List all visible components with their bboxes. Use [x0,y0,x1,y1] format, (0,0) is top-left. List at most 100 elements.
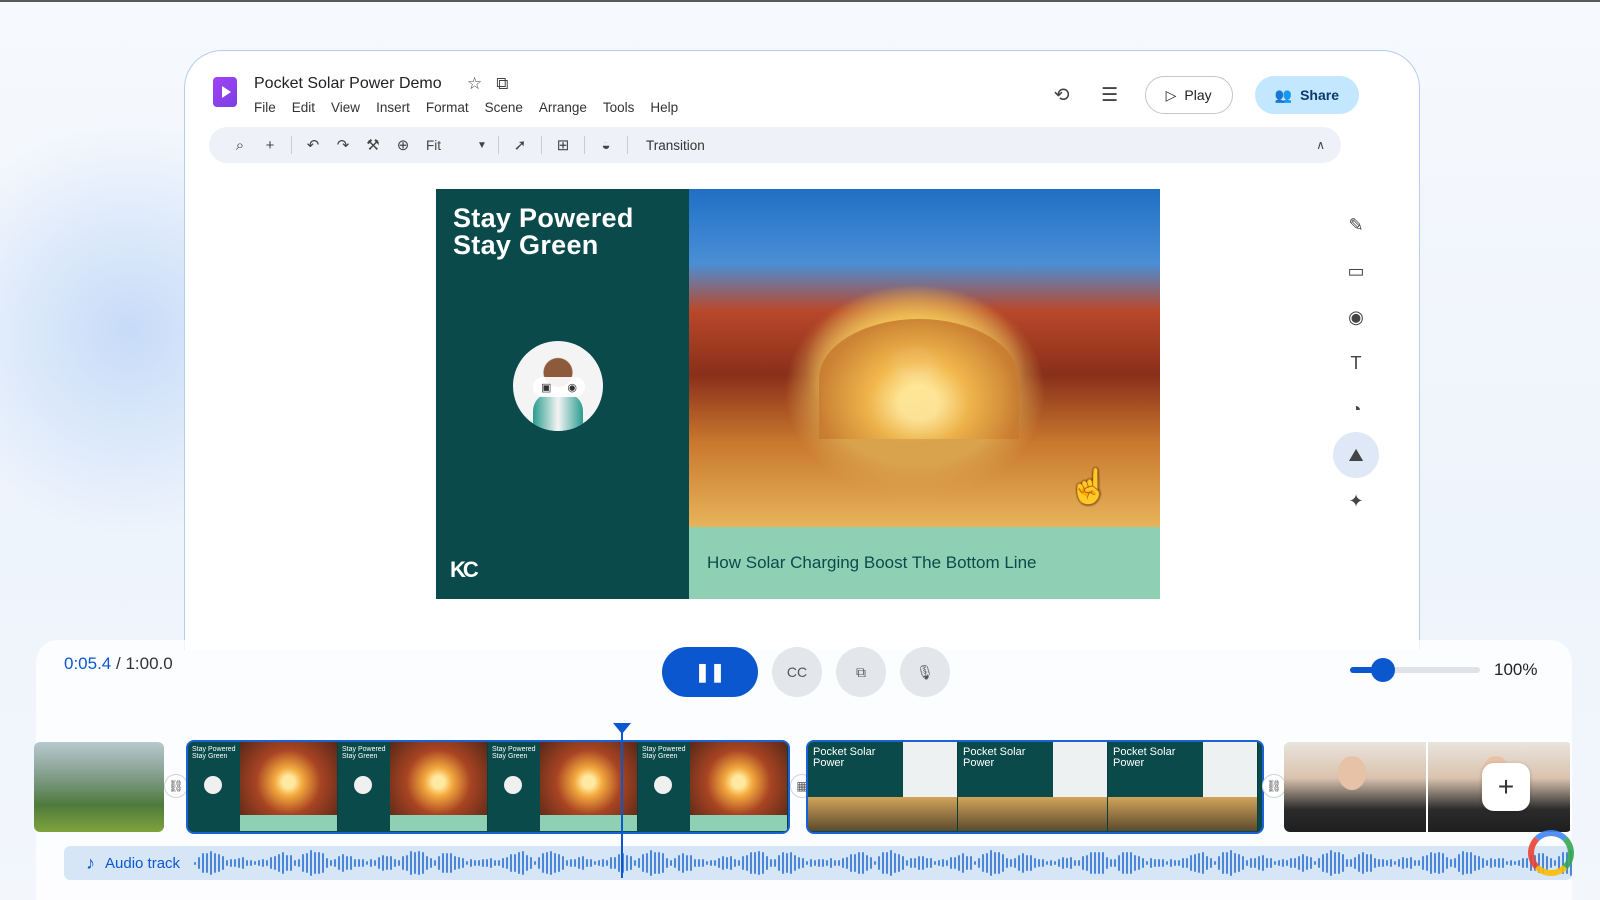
link-icon[interactable]: ⛓ [1262,774,1286,798]
collapse-icon[interactable]: ∧ [1316,138,1325,152]
presenter-shirt [533,393,583,431]
waveform-bar [326,857,329,869]
captions-button[interactable]: CC [772,647,822,697]
menu-format[interactable]: Format [426,100,469,115]
waveform-bar [1314,860,1317,866]
waveform-bar [202,852,205,874]
music-note-icon: ♪ [86,852,95,873]
waveform-bar [626,855,629,871]
transition-button[interactable]: Transition [646,138,705,153]
image-add-icon[interactable]: ⛰ [1333,432,1379,478]
waveform-bar [610,856,613,870]
thumb-panel: Stay Powered Stay Green [638,742,690,831]
waveform-bar [414,851,417,875]
ai-image-icon[interactable]: ✦ [1334,487,1378,515]
shapes-icon[interactable]: ◔ [1334,395,1378,423]
hand-cursor-icon: ☝ [1068,468,1111,506]
waveform-bar [778,855,781,871]
share-button[interactable]: 👥 Share [1254,76,1359,114]
zoom-icon[interactable]: ⊕ [388,136,418,154]
waveform-bar [706,860,709,866]
waveform-bar [730,856,733,870]
menu-help[interactable]: Help [650,100,678,115]
waveform-bar [722,855,725,871]
waveform-bar [1174,860,1177,866]
waveform-bar [1230,850,1233,876]
menu-view[interactable]: View [331,100,360,115]
edit-note-icon[interactable]: ✎ [1334,211,1378,239]
menu-edit[interactable]: Edit [292,100,315,115]
add-icon[interactable]: + [255,137,285,154]
waveform-bar [678,855,681,871]
zoom-select[interactable]: Fit [418,138,472,153]
document-title[interactable]: Pocket Solar Power Demo [254,75,442,93]
waveform-bar [946,859,949,867]
waveform-bar [770,858,773,868]
fill-icon[interactable]: ◒ [591,137,621,154]
record-icon[interactable]: ◉ [567,381,577,394]
folder-icon[interactable]: ▭ [1334,257,1378,285]
waveform-bar [342,854,345,872]
add-box-icon[interactable]: ⊞ [548,136,578,154]
menu-arrange[interactable]: Arrange [539,100,587,115]
waveform-bar [522,851,525,875]
layout-button[interactable]: ⧉ [836,647,886,697]
clip-hills[interactable] [34,742,164,832]
waveform-bar [570,858,573,868]
menu-bar: File Edit View Insert Format Scene Arran… [254,100,678,115]
waveform-bar [1046,860,1049,866]
waveform-bar [966,855,969,871]
scene-thumbnail: Pocket Solar Power [958,742,1108,831]
paint-format-icon[interactable]: ⚒ [358,136,388,154]
vids-play-logo-icon[interactable] [213,77,237,107]
waveform-bar [658,851,661,875]
menu-insert[interactable]: Insert [376,100,410,115]
camera-icon[interactable]: ▣ [541,381,551,394]
add-clip-button[interactable]: + [1482,763,1530,811]
waveform-bar [1258,855,1261,871]
waveform-bar [1282,859,1285,867]
history-icon[interactable]: ⟲ [1049,84,1075,107]
waveform-bar [1022,852,1025,874]
zoom-slider-thumb[interactable] [1370,658,1395,682]
waveform-bar [266,859,269,867]
waveform-bar [1062,856,1065,870]
star-icon[interactable]: ☆ [467,74,482,94]
chevron-down-icon[interactable]: ▼ [472,140,492,151]
waveform-bar [1266,857,1269,869]
waveform-bar [354,859,357,867]
menu-tools[interactable]: Tools [603,100,635,115]
thumb-title: Stay Powered Stay Green [342,746,386,760]
redo-icon[interactable]: ↷ [328,136,358,154]
slide-heading[interactable]: Stay Powered Stay Green [453,205,634,259]
menu-file[interactable]: File [254,100,276,115]
scene-clip-pocket-solar[interactable]: Pocket Solar Power Pocket Solar Power Pock… [806,740,1264,834]
waveform-bar [1298,855,1301,871]
waveform-bar [558,854,561,872]
pause-button[interactable]: ❚❚ [662,647,758,697]
waveform-bar [322,853,325,873]
slide-canvas[interactable]: Stay Powered Stay Green ▣ ◉ KC How Solar… [436,189,1160,599]
slide-caption[interactable]: How Solar Charging Boost The Bottom Line [707,553,1036,573]
record-icon[interactable]: ◉ [1334,303,1378,331]
search-icon[interactable]: ⌕ [225,137,255,154]
waveform-bar [214,853,217,873]
select-icon[interactable]: ➚ [505,136,535,154]
waveform-bar [986,852,989,874]
presenter-avatar[interactable]: ▣ ◉ [513,341,603,431]
link-icon[interactable]: ⛓ [164,774,188,798]
menu-scene[interactable]: Scene [485,100,523,115]
audio-track[interactable]: ♪ Audio track [64,846,1572,880]
playhead-line[interactable] [621,732,623,878]
text-box-icon[interactable]: T [1334,349,1378,377]
play-button[interactable]: ▷ Play [1144,76,1233,114]
waveform-bar [762,851,765,875]
scene-clip-stay-powered[interactable]: Stay Powered Stay Green Stay Powered Stay… [186,740,790,834]
thumb-top: Pocket Solar Power [808,742,957,797]
zoom-slider[interactable] [1350,658,1480,682]
comment-icon[interactable]: ☰ [1097,84,1123,107]
editor-toolbar: ⌕ + ↶ ↷ ⚒ ⊕ Fit ▼ ➚ ⊞ ◒ Transition ∧ [209,127,1341,163]
folder-move-icon[interactable]: ⧉ [496,74,508,94]
voiceover-button[interactable]: 🎙 [900,647,950,697]
undo-icon[interactable]: ↶ [298,136,328,154]
